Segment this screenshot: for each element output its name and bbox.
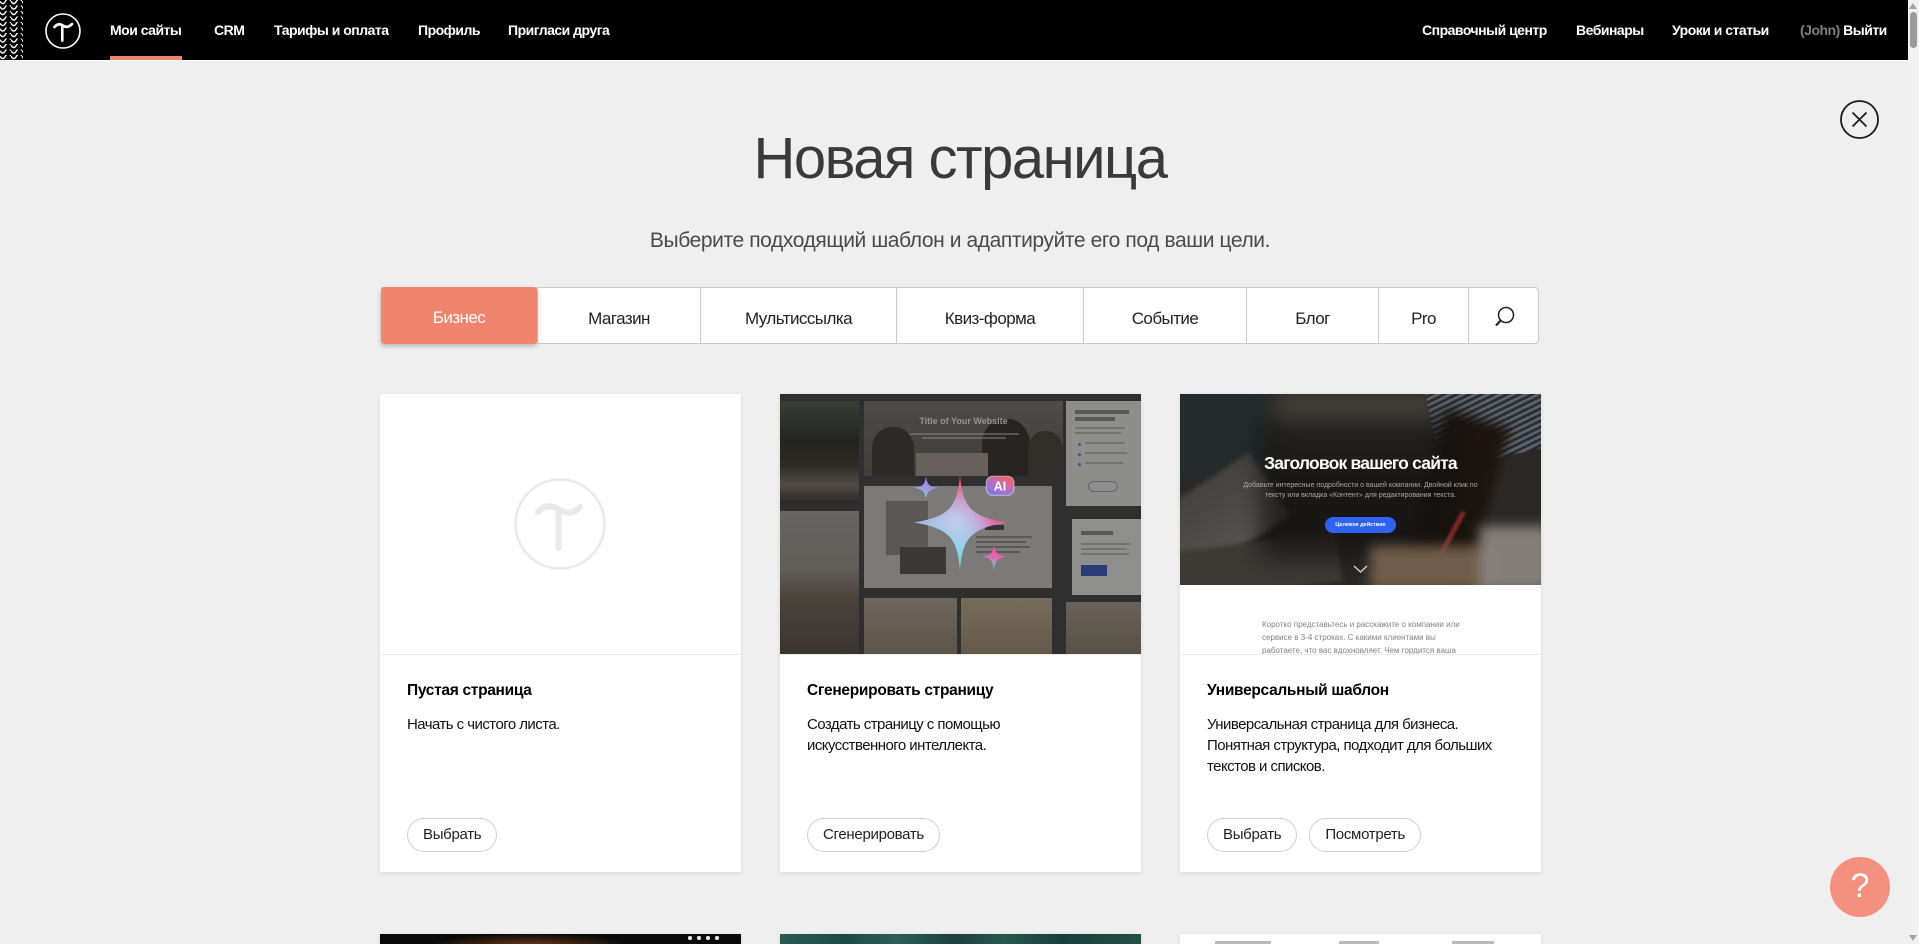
- svg-text:AI: AI: [994, 480, 1007, 494]
